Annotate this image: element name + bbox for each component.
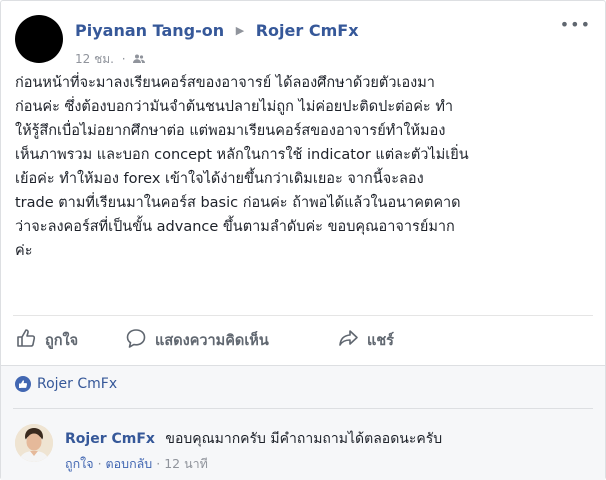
like-label: ถูกใจ: [45, 332, 79, 349]
commenter-avatar[interactable]: [15, 424, 53, 462]
comment-author[interactable]: Rojer CmFx: [65, 431, 155, 447]
thumbs-up-icon: [15, 327, 37, 353]
post-body: ก่อนหน้าที่จะมาลงเรียนคอร์สของอาจารย์ ได…: [15, 71, 593, 263]
post-line: ว่าจะลงคอร์สที่เป็นขั้น advance ขึ้นตามล…: [15, 219, 455, 235]
comment-text: ขอบคุณมากครับ มีคำถามถามได้ตลอดนะครับ: [165, 431, 443, 447]
post-line: ให้รู้สึกเบื่อไม่อยากศึกษาต่อ แต่พอมาเรี…: [15, 123, 446, 139]
more-options-icon[interactable]: •••: [560, 15, 591, 34]
comments-section: Rojer CmFx Rojer CmFx ขอบคุณมากครับ มีคำ…: [1, 365, 605, 480]
post-line: ก่อนหน้าที่จะมาลงเรียนคอร์สของอาจารย์ ได…: [15, 75, 435, 91]
comment-label: แสดงความคิดเห็น: [155, 332, 269, 349]
like-badge-icon: [15, 376, 31, 392]
arrow-right-icon: ▶: [235, 24, 245, 37]
comment-bubble-icon: [125, 327, 147, 353]
share-button[interactable]: แชร์: [337, 327, 394, 353]
liker-name: Rojer CmFx: [37, 376, 118, 392]
comment-like-link[interactable]: ถูกใจ: [65, 456, 94, 471]
comment-meta: ถูกใจ · ตอบกลับ · 12 นาที: [65, 454, 208, 474]
author-name[interactable]: Piyanan Tang-on: [75, 21, 224, 40]
comment-reply-link[interactable]: ตอบกลับ: [106, 456, 153, 471]
divider: [13, 315, 593, 316]
audience-friends-icon[interactable]: [133, 52, 146, 66]
divider: [13, 408, 593, 409]
author-avatar[interactable]: [15, 15, 63, 63]
post-line: ค่ะ: [15, 243, 33, 259]
post-meta: 12 ชม. ·: [75, 50, 146, 69]
comment: Rojer CmFx ขอบคุณมากครับ มีคำถามถามได้ตล…: [65, 428, 442, 450]
post-line: เย้อค่ะ ทำให้มอง forex เข้าใจได้ง่ายขึ้น…: [15, 171, 424, 187]
share-label: แชร์: [367, 332, 394, 349]
post-line: ก่อนค่ะ ซึ่งต้องบอกว่ามันจำต้นชนปลายไม่ถ…: [15, 99, 454, 115]
separator-dot: ·: [97, 456, 106, 471]
facebook-post-card: Piyanan Tang-on ▶ Rojer CmFx 12 ชม. · ••…: [0, 0, 606, 480]
share-arrow-icon: [337, 327, 359, 353]
post-actions-bar: ถูกใจ แสดงความคิดเห็น แชร์: [1, 319, 605, 359]
comment-timestamp[interactable]: 12 นาที: [164, 456, 208, 471]
post-timestamp[interactable]: 12 ชม.: [75, 52, 114, 66]
likes-summary[interactable]: Rojer CmFx: [15, 376, 117, 392]
post-line: เห็นภาพรวม และบอก concept หลักในการใช้ i…: [15, 147, 469, 163]
separator-dot: ·: [156, 456, 165, 471]
comment-button[interactable]: แสดงความคิดเห็น: [125, 327, 269, 353]
like-button[interactable]: ถูกใจ: [15, 327, 78, 353]
post-line: trade ตามที่เรียนมาในคอร์ส basic ก่อนค่ะ…: [15, 195, 461, 211]
separator-dot: ·: [121, 52, 126, 66]
target-page-name[interactable]: Rojer CmFx: [256, 21, 359, 40]
post-header: Piyanan Tang-on ▶ Rojer CmFx: [75, 21, 359, 40]
